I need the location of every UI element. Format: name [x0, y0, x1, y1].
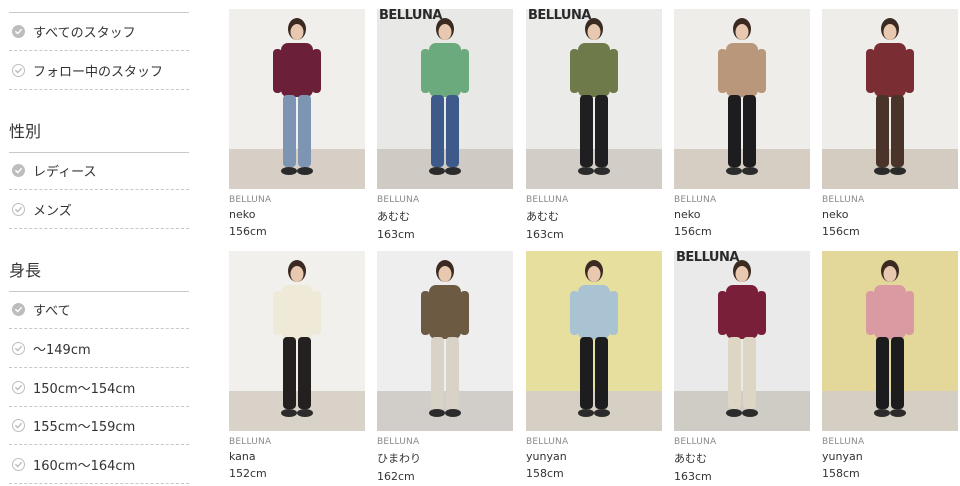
filter-option-label: 160cm～164cm: [33, 458, 136, 474]
coordinate-card[interactable]: BELLUNA neko 156cm: [674, 9, 810, 238]
outfit-photo[interactable]: [229, 251, 365, 431]
staff-name[interactable]: neko: [229, 208, 365, 221]
outfit-photo[interactable]: [822, 9, 958, 189]
outfit-photo[interactable]: [674, 9, 810, 189]
model-figure: [718, 260, 766, 417]
filter-option-label: メンズ: [33, 203, 72, 219]
checkmark-filled-icon: [12, 302, 25, 316]
staff-height: 163cm: [377, 228, 415, 241]
brand-label: BELLUNA: [674, 437, 717, 447]
staff-name[interactable]: neko: [674, 208, 810, 221]
brand-label: BELLUNA: [526, 437, 569, 447]
brand-label: BELLUNA: [674, 195, 717, 205]
filter-height-option-3[interactable]: 150cm～154cm: [9, 368, 189, 407]
filter-option-label: すべて: [33, 303, 71, 319]
staff-name[interactable]: ひまわり: [377, 450, 513, 466]
height-heading: 身長: [9, 257, 189, 292]
model-figure: [866, 260, 914, 417]
outfit-photo[interactable]: BELLUNA: [674, 251, 810, 431]
filter-staff-option-2[interactable]: フォロー中のスタッフ: [9, 51, 189, 90]
filter-option-label: フォロー中のスタッフ: [33, 64, 164, 80]
filter-gender-option-2[interactable]: メンズ: [9, 190, 189, 229]
staff-height: 162cm: [377, 470, 415, 483]
brand-label: BELLUNA: [229, 195, 272, 205]
filter-gender-option-1[interactable]: レディース: [9, 151, 189, 190]
outfit-photo[interactable]: BELLUNA: [377, 9, 513, 189]
staff-name[interactable]: kana: [229, 450, 365, 463]
coordinate-card[interactable]: BELLUNA yunyan 158cm: [526, 251, 662, 480]
coordinate-card[interactable]: BELLUNA yunyan 158cm: [822, 251, 958, 480]
brand-label: BELLUNA: [526, 195, 569, 205]
model-figure: [866, 18, 914, 175]
brand-label: BELLUNA: [377, 195, 420, 205]
filter-height-option-4[interactable]: 155cm～159cm: [9, 406, 189, 445]
brand-label: BELLUNA: [229, 437, 272, 447]
brand-label: BELLUNA: [822, 195, 865, 205]
coordinate-card[interactable]: BELLUNA ひまわり 162cm: [377, 251, 513, 483]
checkmark-outline-icon: [12, 418, 25, 432]
checkmark-filled-icon: [12, 163, 25, 177]
outfit-photo[interactable]: [229, 9, 365, 189]
model-figure: [570, 18, 618, 175]
coordinate-card[interactable]: BELLUNA neko 156cm: [229, 9, 365, 238]
staff-height: 156cm: [229, 225, 267, 238]
filter-option-label: 150cm～154cm: [33, 381, 136, 397]
filter-option-label: ～149cm: [33, 342, 91, 358]
model-figure: [421, 18, 469, 175]
checkmark-filled-icon: [12, 24, 25, 38]
filter-height-option-5[interactable]: 160cm～164cm: [9, 445, 189, 484]
model-figure: [718, 18, 766, 175]
staff-height: 152cm: [229, 467, 267, 480]
coordinate-card[interactable]: BELLUNA BELLUNA あむむ 163cm: [526, 9, 662, 241]
staff-height: 156cm: [674, 225, 712, 238]
model-figure: [570, 260, 618, 417]
staff-height: 163cm: [526, 228, 564, 241]
coordinate-card[interactable]: BELLUNA BELLUNA あむむ 163cm: [674, 251, 810, 483]
coordinate-card[interactable]: BELLUNA neko 156cm: [822, 9, 958, 238]
staff-height: 158cm: [526, 467, 564, 480]
staff-name[interactable]: あむむ: [526, 208, 662, 224]
staff-height: 156cm: [822, 225, 860, 238]
staff-height: 158cm: [822, 467, 860, 480]
checkmark-outline-icon: [12, 380, 25, 394]
staff-name[interactable]: あむむ: [674, 450, 810, 466]
coordinate-card[interactable]: BELLUNA BELLUNA あむむ 163cm: [377, 9, 513, 241]
outfit-photo[interactable]: [377, 251, 513, 431]
checkmark-outline-icon: [12, 202, 25, 216]
gender-heading: 性別: [9, 118, 189, 153]
brand-label: BELLUNA: [822, 437, 865, 447]
staff-name[interactable]: yunyan: [526, 450, 662, 463]
filter-option-label: すべてのスタッフ: [33, 25, 136, 41]
staff-name[interactable]: neko: [822, 208, 958, 221]
staff-name[interactable]: yunyan: [822, 450, 958, 463]
model-figure: [273, 260, 321, 417]
coordinate-card[interactable]: BELLUNA kana 152cm: [229, 251, 365, 480]
outfit-photo[interactable]: BELLUNA: [526, 9, 662, 189]
staff-name[interactable]: あむむ: [377, 208, 513, 224]
model-figure: [421, 260, 469, 417]
model-figure: [273, 18, 321, 175]
checkmark-outline-icon: [12, 341, 25, 355]
checkmark-outline-icon: [12, 63, 25, 77]
filter-staff-option-1[interactable]: すべてのスタッフ: [9, 12, 189, 51]
checkmark-outline-icon: [12, 457, 25, 471]
filter-option-label: 155cm～159cm: [33, 419, 136, 435]
filter-height-option-2[interactable]: ～149cm: [9, 329, 189, 368]
outfit-photo[interactable]: [822, 251, 958, 431]
brand-label: BELLUNA: [377, 437, 420, 447]
outfit-photo[interactable]: [526, 251, 662, 431]
filter-height-option-1[interactable]: すべて: [9, 290, 189, 329]
filter-option-label: レディース: [33, 164, 97, 180]
staff-height: 163cm: [674, 470, 712, 483]
